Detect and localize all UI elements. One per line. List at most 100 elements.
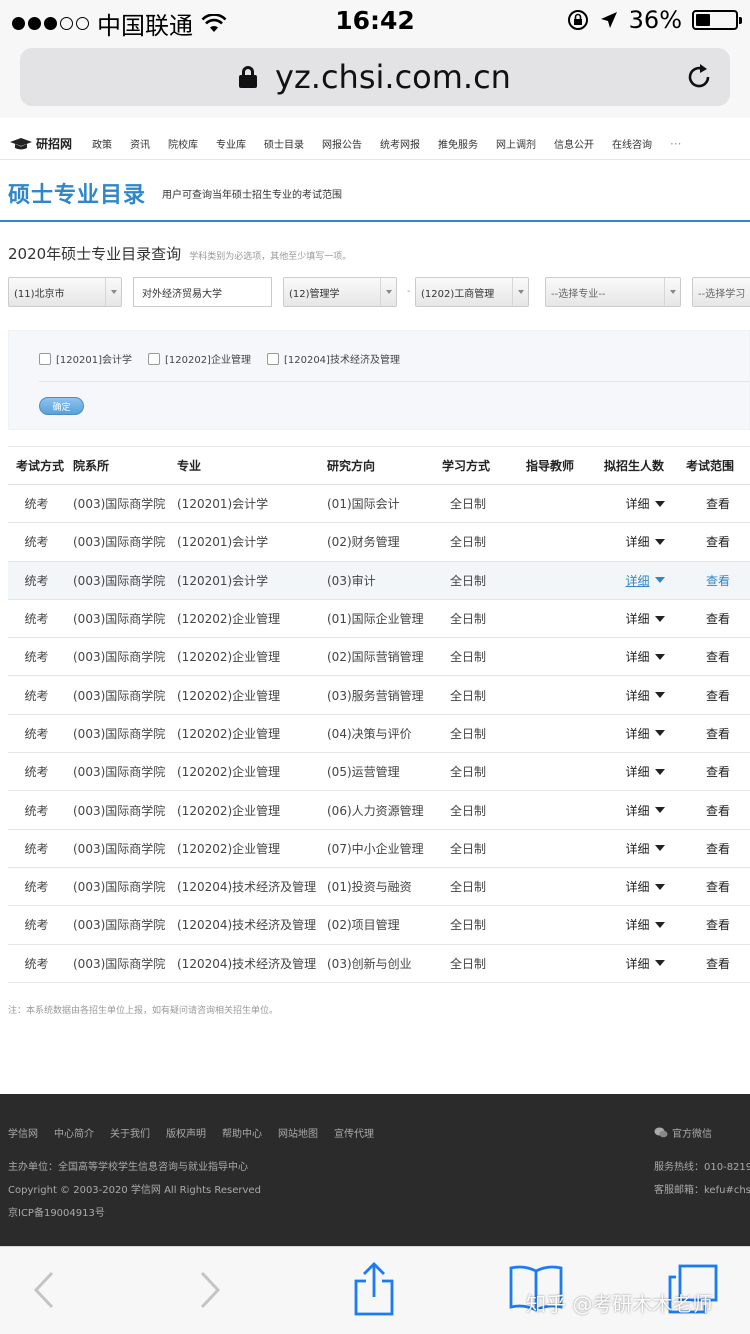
site-nav: 研招网 政策 资讯 院校库 专业库 硕士目录 网报公告 统考网报 推免服务 网上… bbox=[0, 128, 750, 160]
view-link[interactable]: 查看 bbox=[706, 574, 730, 588]
detail-toggle[interactable]: 详细 bbox=[625, 495, 665, 512]
back-icon[interactable] bbox=[30, 1265, 56, 1315]
cell-research-direction: (04)决策与评价 bbox=[327, 714, 442, 754]
cell-exam-mode: 统考 bbox=[8, 561, 73, 600]
cell-advisor bbox=[526, 905, 604, 945]
caret-down-icon bbox=[654, 538, 665, 545]
detail-toggle[interactable]: 详细 bbox=[625, 955, 665, 972]
view-link[interactable]: 查看 bbox=[706, 497, 730, 511]
chevron-down-icon bbox=[105, 278, 121, 306]
cell-advisor bbox=[526, 714, 604, 754]
detail-toggle[interactable]: 详细 bbox=[625, 648, 665, 665]
nav-exam-registration[interactable]: 统考网报 bbox=[380, 136, 420, 151]
checkbox-box[interactable] bbox=[266, 352, 279, 365]
cell-major: (120201)会计学 bbox=[177, 522, 327, 562]
footer-link[interactable]: 关于我们 bbox=[110, 1125, 150, 1140]
nav-master-catalog[interactable]: 硕士目录 bbox=[264, 136, 304, 151]
cell-exam-scope: 查看 bbox=[686, 829, 750, 868]
nav-majors[interactable]: 专业库 bbox=[216, 136, 246, 151]
detail-toggle[interactable]: 详细 bbox=[625, 840, 665, 857]
footer-link[interactable]: 中心简介 bbox=[54, 1125, 94, 1140]
logo-text: 研招网 bbox=[36, 137, 73, 151]
footer-icp[interactable]: 京ICP备19004913号 bbox=[8, 1204, 105, 1219]
view-link[interactable]: 查看 bbox=[706, 842, 730, 856]
detail-toggle[interactable]: 详细 bbox=[625, 763, 665, 780]
detail-toggle[interactable]: 详细 bbox=[625, 687, 665, 704]
caret-down-icon bbox=[654, 768, 665, 775]
cell-major: (120204)技术经济及管理 bbox=[177, 867, 327, 907]
view-link[interactable]: 查看 bbox=[706, 650, 730, 664]
cell-study-mode: 全日制 bbox=[442, 944, 526, 983]
share-icon[interactable] bbox=[352, 1261, 396, 1317]
view-link[interactable]: 查看 bbox=[706, 689, 730, 703]
cell-exam-scope: 查看 bbox=[686, 561, 750, 600]
table-row: 统考 (003)国际商学院 (120202)企业管理 (03)服务营销管理 全日制 详细 查… bbox=[8, 675, 750, 715]
footer-link[interactable]: 宣传代理 bbox=[334, 1125, 374, 1140]
view-link[interactable]: 查看 bbox=[706, 957, 730, 971]
nav-registration-notice[interactable]: 网报公告 bbox=[322, 136, 362, 151]
major-value: --选择专业-- bbox=[551, 288, 606, 300]
footer-link[interactable]: 版权声明 bbox=[166, 1125, 206, 1140]
footer-link[interactable]: 帮助中心 bbox=[222, 1125, 262, 1140]
detail-toggle[interactable]: 详细 bbox=[625, 533, 665, 550]
detail-toggle[interactable]: 详细 bbox=[625, 916, 665, 933]
nav-info-disclosure[interactable]: 信息公开 bbox=[554, 136, 594, 151]
forward-icon[interactable] bbox=[198, 1265, 224, 1315]
footer-link[interactable]: 学信网 bbox=[8, 1125, 38, 1140]
detail-label: 详细 bbox=[625, 612, 650, 627]
view-link[interactable]: 查看 bbox=[706, 880, 730, 894]
status-right-group: 36% bbox=[567, 6, 742, 34]
caret-down-icon bbox=[654, 883, 665, 890]
nav-news[interactable]: 资讯 bbox=[130, 136, 150, 151]
nav-schools[interactable]: 院校库 bbox=[168, 136, 198, 151]
cell-research-direction: (03)服务营销管理 bbox=[327, 675, 442, 715]
confirm-button[interactable]: 确定 bbox=[39, 397, 84, 415]
detail-toggle[interactable]: 详细 bbox=[625, 572, 665, 589]
view-link[interactable]: 查看 bbox=[706, 804, 730, 818]
view-link[interactable]: 查看 bbox=[706, 535, 730, 549]
cell-enrollment: 详细 bbox=[604, 714, 686, 754]
detail-toggle[interactable]: 详细 bbox=[625, 610, 665, 627]
site-logo[interactable]: 研招网 bbox=[10, 135, 72, 152]
cell-exam-mode: 统考 bbox=[8, 905, 73, 945]
study-mode-select[interactable]: --选择学习 bbox=[692, 277, 750, 307]
footer-link[interactable]: 网站地图 bbox=[278, 1125, 318, 1140]
view-link[interactable]: 查看 bbox=[706, 727, 730, 741]
cell-enrollment: 详细 bbox=[604, 561, 686, 600]
province-select[interactable]: (11)北京市 bbox=[8, 277, 122, 307]
nav-recommendation[interactable]: 推免服务 bbox=[438, 136, 478, 151]
nav-adjustment[interactable]: 网上调剂 bbox=[496, 136, 536, 151]
checkbox-tech-economics[interactable]: [120204]技术经济及管理 bbox=[266, 351, 400, 366]
cell-exam-scope: 查看 bbox=[686, 714, 750, 754]
cell-study-mode: 全日制 bbox=[442, 905, 526, 945]
cell-advisor bbox=[526, 637, 604, 677]
reload-icon[interactable] bbox=[684, 62, 714, 92]
major-select[interactable]: --选择专业-- bbox=[545, 277, 681, 307]
view-link[interactable]: 查看 bbox=[706, 765, 730, 779]
category-select[interactable]: (12)管理学 bbox=[283, 277, 397, 307]
chevron-down-icon bbox=[664, 278, 680, 306]
detail-toggle[interactable]: 详细 bbox=[625, 878, 665, 895]
checkbox-business-management[interactable]: [120202]企业管理 bbox=[147, 351, 251, 366]
checkbox-box[interactable] bbox=[39, 352, 51, 365]
nav-policy[interactable]: 政策 bbox=[92, 136, 112, 151]
view-link[interactable]: 查看 bbox=[706, 918, 730, 932]
col-advisor: 指导教师 bbox=[526, 446, 604, 485]
nav-more[interactable]: ··· bbox=[670, 137, 681, 151]
view-link[interactable]: 查看 bbox=[706, 612, 730, 626]
detail-toggle[interactable]: 详细 bbox=[625, 725, 665, 742]
checkbox-box[interactable] bbox=[147, 352, 160, 365]
address-bar[interactable]: yz.chsi.com.cn bbox=[20, 48, 730, 106]
detail-label: 详细 bbox=[625, 841, 650, 856]
checkbox-accounting[interactable]: [120201]会计学 bbox=[39, 351, 132, 366]
footer-wechat[interactable]: 官方微信 bbox=[654, 1125, 712, 1140]
detail-toggle[interactable]: 详细 bbox=[625, 802, 665, 819]
cell-major: (120202)企业管理 bbox=[177, 675, 327, 715]
cell-enrollment: 详细 bbox=[604, 790, 686, 830]
school-input[interactable]: 对外经济贸易大学 bbox=[133, 277, 272, 307]
nav-online-consult[interactable]: 在线咨询 bbox=[612, 136, 652, 151]
cell-study-mode: 全日制 bbox=[442, 752, 526, 792]
discipline-select[interactable]: (1202)工商管理 bbox=[415, 277, 529, 307]
school-value: 对外经济贸易大学 bbox=[142, 288, 222, 300]
checkbox-label: [120201]会计学 bbox=[56, 355, 132, 366]
